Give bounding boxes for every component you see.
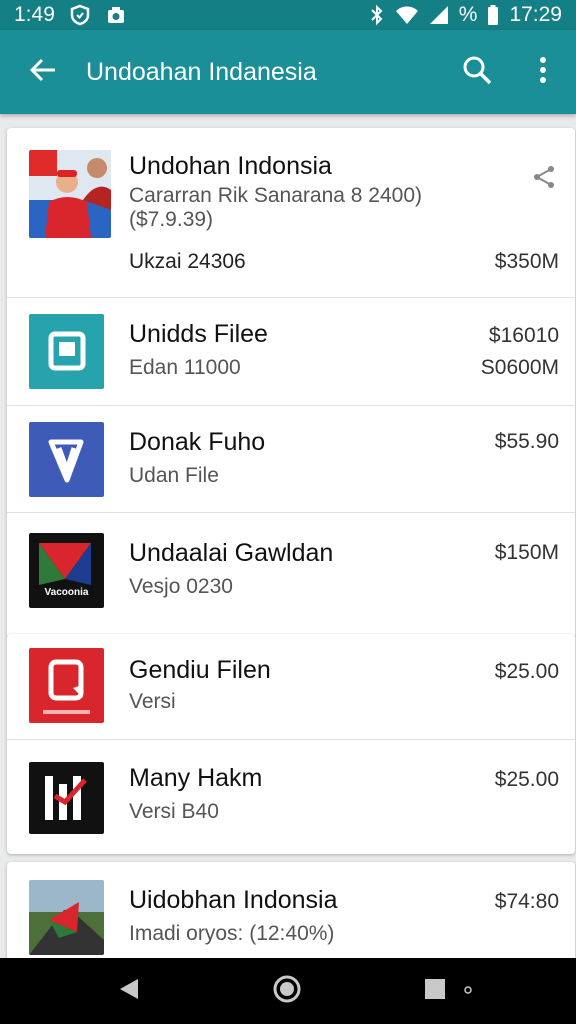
shield-notification-icon <box>69 4 91 26</box>
item-price: $74:80 <box>494 890 559 913</box>
list-item[interactable]: Vacoonia Undaalai Gawldan Vesjo 0230 $15… <box>7 513 575 637</box>
back-button[interactable] <box>0 30 86 114</box>
item-title: Undohan Indonsia <box>129 152 332 180</box>
app-list-card: Gendiu Filen Versi $25.00 Many Hakm Vers… <box>7 634 575 854</box>
status-time-left: 1:49 <box>14 3 55 26</box>
status-bar: 1:49 % 17:29 <box>0 0 576 30</box>
search-button[interactable] <box>444 30 510 114</box>
item-price: $16010 <box>488 324 559 347</box>
item-subtitle-price: ($7.9.39) <box>129 208 214 231</box>
bars-check-icon <box>29 762 104 834</box>
item-title: Donak Fuho <box>129 428 266 456</box>
list-item[interactable]: Gendiu Filen Versi $25.00 <box>7 634 575 740</box>
item-meta: Ukzai 24306 <box>129 250 246 273</box>
item-title: Uidobhan Indonsia <box>129 886 338 914</box>
item-title: Unidds Filee <box>129 320 268 348</box>
share-icon <box>531 166 557 194</box>
battery-icon <box>487 4 499 26</box>
file-icon <box>29 314 104 389</box>
nav-extra-button[interactable] <box>438 958 498 1024</box>
app-list-card: Undohan Indonsia Cararran Rik Sanarana 8… <box>7 128 575 638</box>
item-price: $55.90 <box>494 430 559 453</box>
nav-back-icon <box>118 977 140 1006</box>
item-title: Many Hakm <box>129 764 263 792</box>
nav-dot-icon <box>463 982 473 1000</box>
item-price: $350M <box>494 250 559 273</box>
list-item[interactable]: Donak Fuho Udan File $55.90 <box>7 406 575 513</box>
app-list-card: Uidobhan Indonsia Imadi oryos: (12:40%) … <box>7 862 575 958</box>
bluetooth-icon <box>369 4 385 26</box>
item-subtitle: Edan 11000 <box>129 356 241 379</box>
share-button[interactable] <box>531 164 557 195</box>
item-subtitle: Udan File <box>129 464 219 487</box>
status-time-right: 17:29 <box>509 3 562 26</box>
more-vert-icon <box>539 56 547 89</box>
item-subtitle: Cararran Rik Sanarana 8 2400) <box>129 184 422 207</box>
item-price: $150M <box>494 541 559 564</box>
item-subtitle: Versi B40 <box>129 800 219 823</box>
search-icon <box>462 55 492 90</box>
landscape-thumbnail <box>29 880 104 955</box>
list-item[interactable]: Unidds Filee Edan 11000 $16010 S0600M <box>7 298 575 406</box>
phone-chat-icon <box>29 648 104 723</box>
photo-thumbnail <box>29 150 111 238</box>
diamond-icon <box>29 422 104 497</box>
system-nav-bar <box>0 958 576 1024</box>
camera-notification-icon <box>105 4 127 26</box>
list-item[interactable]: Uidobhan Indonsia Imadi oryos: (12:40%) … <box>7 862 575 958</box>
list-item[interactable]: Undohan Indonsia Cararran Rik Sanarana 8… <box>7 128 575 298</box>
icon-caption: Vacoonia <box>44 587 89 598</box>
item-subtitle: Versi <box>129 690 176 713</box>
item-price-secondary: S0600M <box>480 356 559 379</box>
app-bar: Undoahan Indanesia <box>0 30 576 114</box>
battery-percent-label: % <box>458 3 478 26</box>
item-price: $25.00 <box>494 660 559 683</box>
item-price: $25.00 <box>494 768 559 791</box>
more-options-button[interactable] <box>510 30 576 114</box>
play-triangle-icon: Vacoonia <box>29 533 104 608</box>
item-title: Gendiu Filen <box>129 656 271 684</box>
signal-icon <box>429 5 449 25</box>
item-subtitle: Imadi oryos: (12:40%) <box>129 922 335 945</box>
item-title: Undaalai Gawldan <box>129 539 334 567</box>
nav-home-icon <box>272 974 302 1009</box>
page-title: Undoahan Indanesia <box>86 57 317 86</box>
list-item[interactable]: Many Hakm Versi B40 $25.00 <box>7 740 575 854</box>
item-subtitle: Vesjo 0230 <box>129 575 233 598</box>
wifi-icon <box>395 5 419 25</box>
nav-back-button[interactable] <box>94 958 164 1024</box>
arrow-back-icon <box>29 56 57 89</box>
nav-home-button[interactable] <box>252 958 322 1024</box>
app-list: Undohan Indonsia Cararran Rik Sanarana 8… <box>0 114 576 958</box>
